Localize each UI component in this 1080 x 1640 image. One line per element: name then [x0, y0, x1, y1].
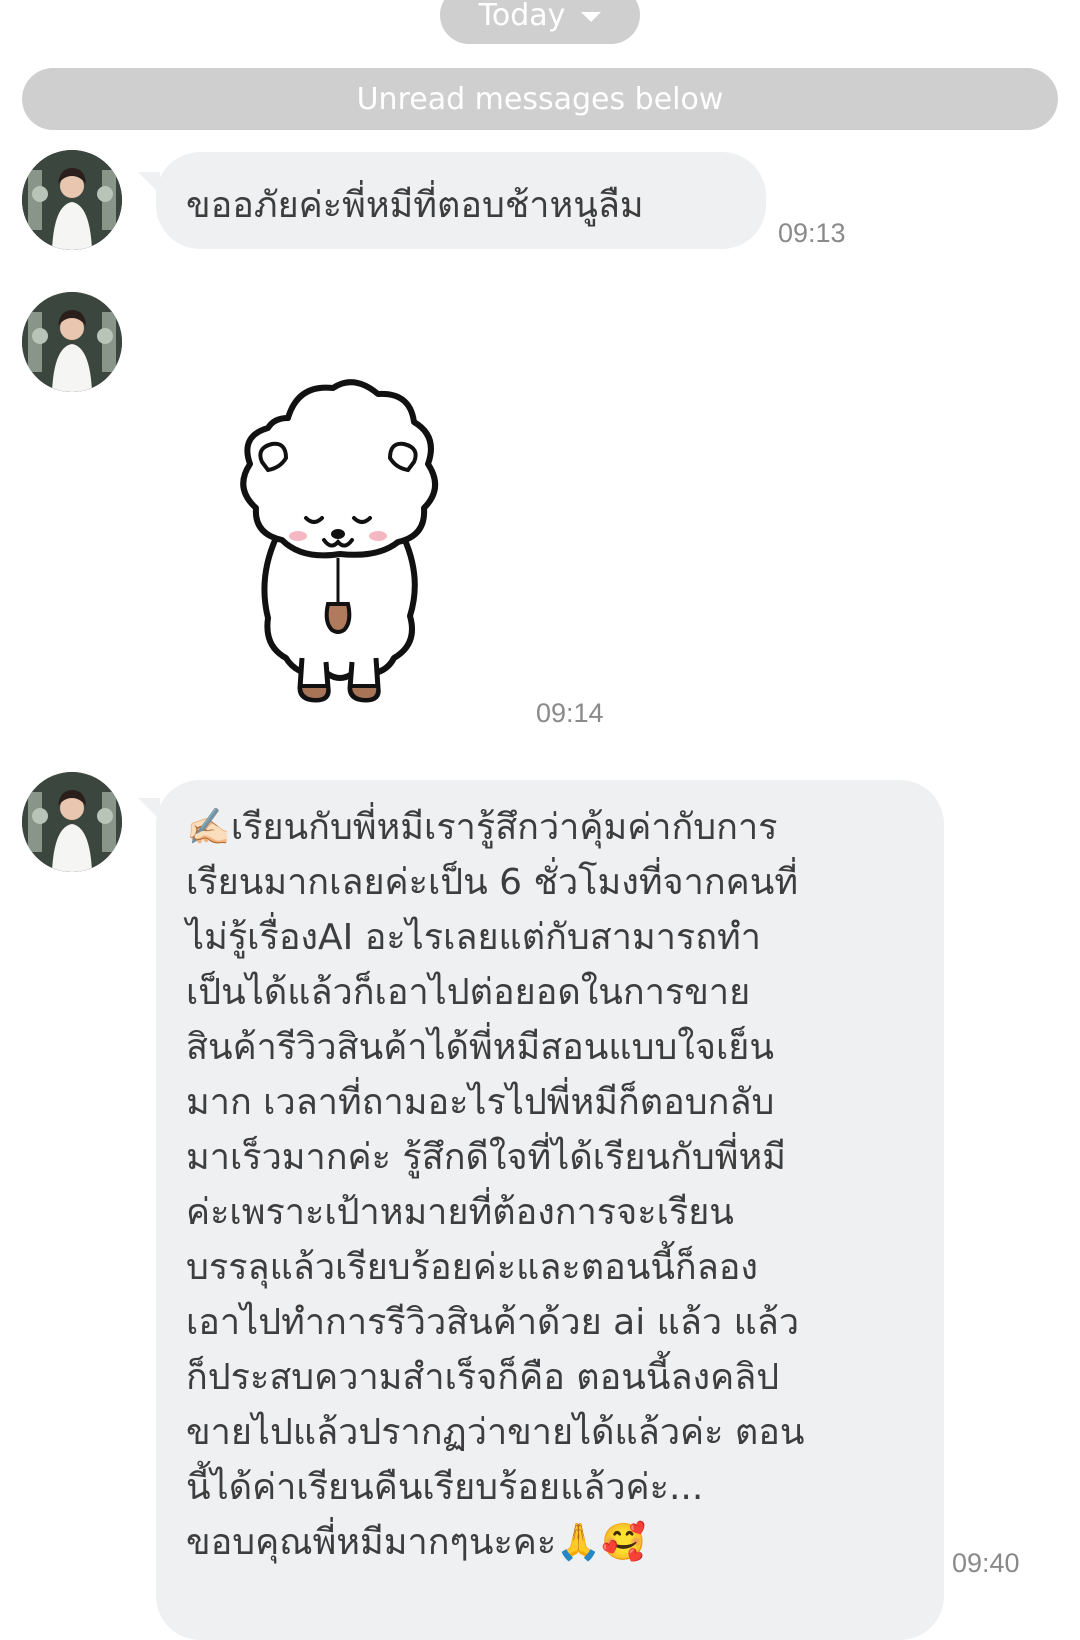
date-filter-chip[interactable]: Today	[440, 0, 640, 44]
message-timestamp: 09:14	[536, 698, 604, 728]
avatar[interactable]	[22, 150, 122, 250]
message-line: ไม่รู้เรื่องAI อะไรเลยแต่กับสามารถทำ	[186, 917, 761, 958]
message-bubble[interactable]: ขออภัยค่ะพี่หมีที่ตอบช้าหนูลืม	[156, 152, 766, 249]
message-line: ✍🏻เรียนกับพี่หมีเรารู้สึกว่าคุ้มค่ากับกา…	[186, 807, 778, 848]
avatar-photo-icon	[22, 772, 122, 872]
unread-messages-banner: Unread messages below	[22, 68, 1058, 130]
avatar-photo-icon	[22, 150, 122, 250]
message-line: นี้ได้ค่าเรียนคืนเรียบร้อยแล้วค่ะ...	[186, 1467, 704, 1508]
message-line: ก็ประสบความสำเร็จก็คือ ตอนนี้ลงคลิป	[186, 1357, 780, 1398]
message-line: เรียนมากเลยค่ะเป็น 6 ชั่วโมงที่จากคนที่	[186, 862, 799, 903]
message-line: สินค้ารีวิวสินค้าได้พี่หมีสอนแบบใจเย็น	[186, 1027, 774, 1068]
message-line: ค่ะเพราะเป้าหมายที่ต้องการจะเรียน	[186, 1192, 734, 1233]
avatar[interactable]	[22, 292, 122, 392]
avatar-photo-icon	[22, 292, 122, 392]
message-timestamp: 09:13	[778, 218, 846, 248]
message-bubble[interactable]: ✍🏻เรียนกับพี่หมีเรารู้สึกว่าคุ้มค่ากับกา…	[156, 780, 944, 1640]
avatar[interactable]	[22, 772, 122, 872]
message-line: เป็นได้แล้วก็เอาไปต่อยอดในการขาย	[186, 972, 751, 1013]
message-line: เอาไปทำการรีวิวสินค้าด้วย ai แล้ว แล้ว	[186, 1302, 800, 1343]
unread-banner-label: Unread messages below	[356, 81, 724, 117]
date-chip-label: Today	[478, 0, 566, 33]
message-line: ขอบคุณพี่หมีมากๆนะคะ🙏🥰	[186, 1522, 646, 1563]
message-timestamp: 09:40	[952, 1548, 1020, 1578]
message-line: ขายไปแล้วปรากฏว่าขายได้แล้วค่ะ ตอน	[186, 1412, 805, 1453]
message-line: มาก เวลาที่ถามอะไรไปพี่หมีก็ตอบกลับ	[186, 1082, 775, 1123]
message-text: ขออภัยค่ะพี่หมีที่ตอบช้าหนูลืม	[186, 185, 644, 226]
bowing-sheep-sticker[interactable]	[228, 378, 450, 708]
chevron-down-icon	[581, 12, 602, 22]
sticker-icon	[240, 379, 438, 703]
message-line: มาเร็วมากค่ะ รู้สึกดีใจที่ได้เรียนกับพี่…	[186, 1137, 786, 1178]
message-line: บรรลุแล้วเรียบร้อยค่ะและตอนนี้ก็ลอง	[186, 1247, 758, 1288]
